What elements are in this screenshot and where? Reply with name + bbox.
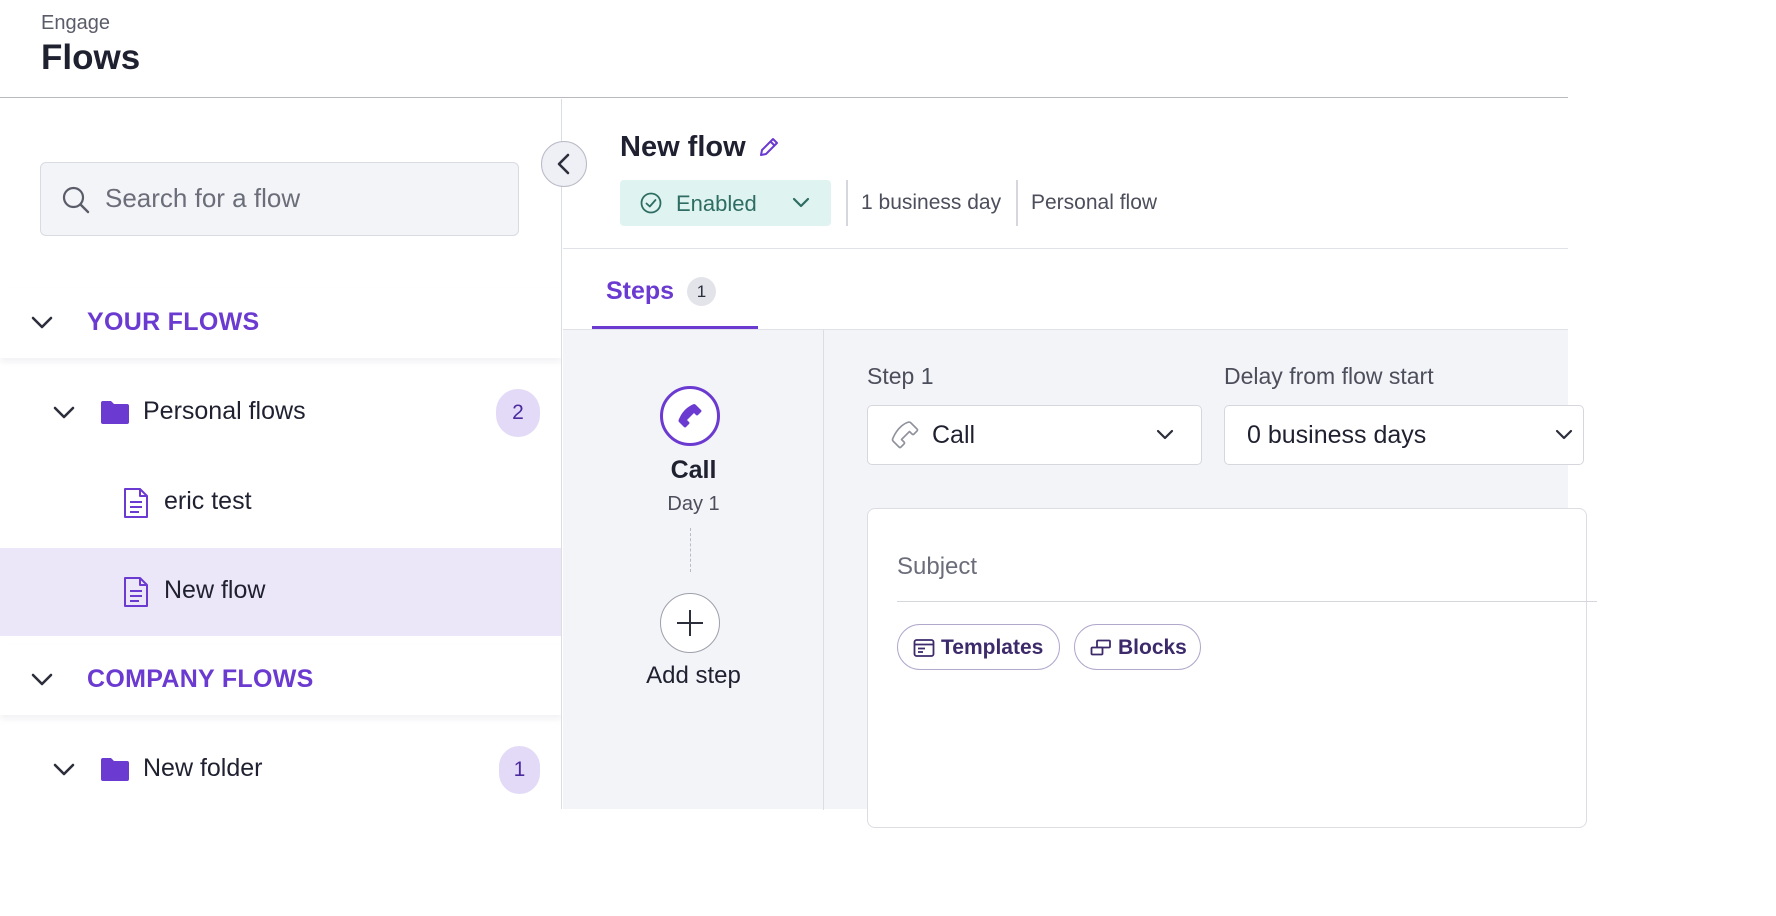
section-label: COMPANY FLOWS <box>87 665 314 693</box>
flow-item-label: New flow <box>164 576 266 604</box>
check-circle-icon <box>640 192 662 214</box>
action-type-value: Call <box>932 421 976 449</box>
step-day: Day 1 <box>667 493 720 515</box>
steps-canvas: Call Day 1 Add step Step 1 Call Delay fr… <box>563 329 1597 828</box>
status-dropdown[interactable]: Enabled <box>620 180 831 226</box>
document-icon <box>124 577 148 607</box>
step-label: Step 1 <box>867 363 934 389</box>
folder-personal-flows[interactable]: Personal flows 2 <box>0 369 561 457</box>
steps-rail: Call Day 1 Add step <box>563 330 824 810</box>
flow-duration: 1 business day <box>861 191 1002 214</box>
template-icon <box>913 639 935 657</box>
step-call-node[interactable] <box>660 386 720 446</box>
chevron-down-icon <box>1555 429 1573 440</box>
breadcrumb[interactable]: Engage <box>41 12 110 35</box>
document-icon <box>124 488 148 518</box>
chevron-down-icon <box>1156 429 1174 440</box>
delay-label: Delay from flow start <box>1224 363 1434 389</box>
page-header: Engage Flows <box>0 0 1568 98</box>
flow-detail: New flow Enabled 1 business day Personal… <box>563 99 1597 828</box>
templates-button[interactable]: Templates <box>897 624 1060 670</box>
folder-new-folder[interactable]: New folder 1 <box>0 726 561 809</box>
divider <box>1016 180 1018 226</box>
folder-icon <box>101 758 129 781</box>
phone-icon <box>678 404 702 428</box>
chevron-down-icon <box>31 316 53 329</box>
delay-select[interactable]: 0 business days <box>1224 405 1584 465</box>
chevron-down-icon <box>792 197 810 208</box>
chevron-down-icon <box>31 673 53 686</box>
chevron-left-icon <box>557 153 570 175</box>
blocks-icon <box>1090 639 1111 656</box>
divider <box>846 180 848 226</box>
connector-line <box>690 528 691 572</box>
tab-steps[interactable]: Steps 1 <box>592 249 758 329</box>
chip-label: Blocks <box>1118 636 1187 659</box>
folder-count-badge: 1 <box>499 746 540 794</box>
flows-sidebar: YOUR FLOWS Personal flows 2 eric test N <box>0 99 562 809</box>
phone-outline-icon <box>891 421 919 449</box>
blocks-button[interactable]: Blocks <box>1074 624 1201 670</box>
section-label: YOUR FLOWS <box>87 308 260 336</box>
chip-label: Templates <box>941 636 1044 659</box>
search-icon <box>62 186 90 214</box>
step-name: Call <box>670 456 717 484</box>
folder-icon <box>101 401 129 424</box>
tab-label: Steps <box>606 277 675 305</box>
action-type-select[interactable]: Call <box>867 405 1202 465</box>
subject-field[interactable]: Subject <box>897 553 977 581</box>
flow-item-label: eric test <box>164 487 252 515</box>
pencil-icon[interactable] <box>757 135 781 159</box>
section-company-flows[interactable]: COMPANY FLOWS <box>0 645 561 715</box>
collapse-sidebar-button[interactable] <box>541 141 587 187</box>
search-input[interactable] <box>105 163 505 234</box>
flow-type: Personal flow <box>1031 191 1158 214</box>
chevron-down-icon <box>53 406 75 419</box>
divider <box>897 601 1597 602</box>
page-title: Flows <box>41 38 141 77</box>
status-label: Enabled <box>676 191 757 216</box>
folder-name: Personal flows <box>143 397 306 425</box>
section-your-flows[interactable]: YOUR FLOWS <box>0 288 561 358</box>
add-step-button[interactable] <box>660 593 720 653</box>
tab-count-badge: 1 <box>687 277 716 306</box>
delay-value: 0 business days <box>1247 421 1427 449</box>
chevron-down-icon <box>53 763 75 776</box>
flow-item-new-flow[interactable]: New flow <box>0 548 561 636</box>
folder-count-badge: 2 <box>496 389 540 437</box>
add-step-label[interactable]: Add step <box>563 662 824 690</box>
flow-item-eric-test[interactable]: eric test <box>0 459 561 547</box>
folder-name: New folder <box>143 754 263 782</box>
step-editor-card: Subject Templates Blocks <box>867 508 1597 828</box>
plus-icon <box>677 610 703 636</box>
search-box[interactable] <box>40 162 519 236</box>
flow-title: New flow <box>620 131 746 163</box>
tabs-bar: Steps 1 <box>563 248 1568 329</box>
